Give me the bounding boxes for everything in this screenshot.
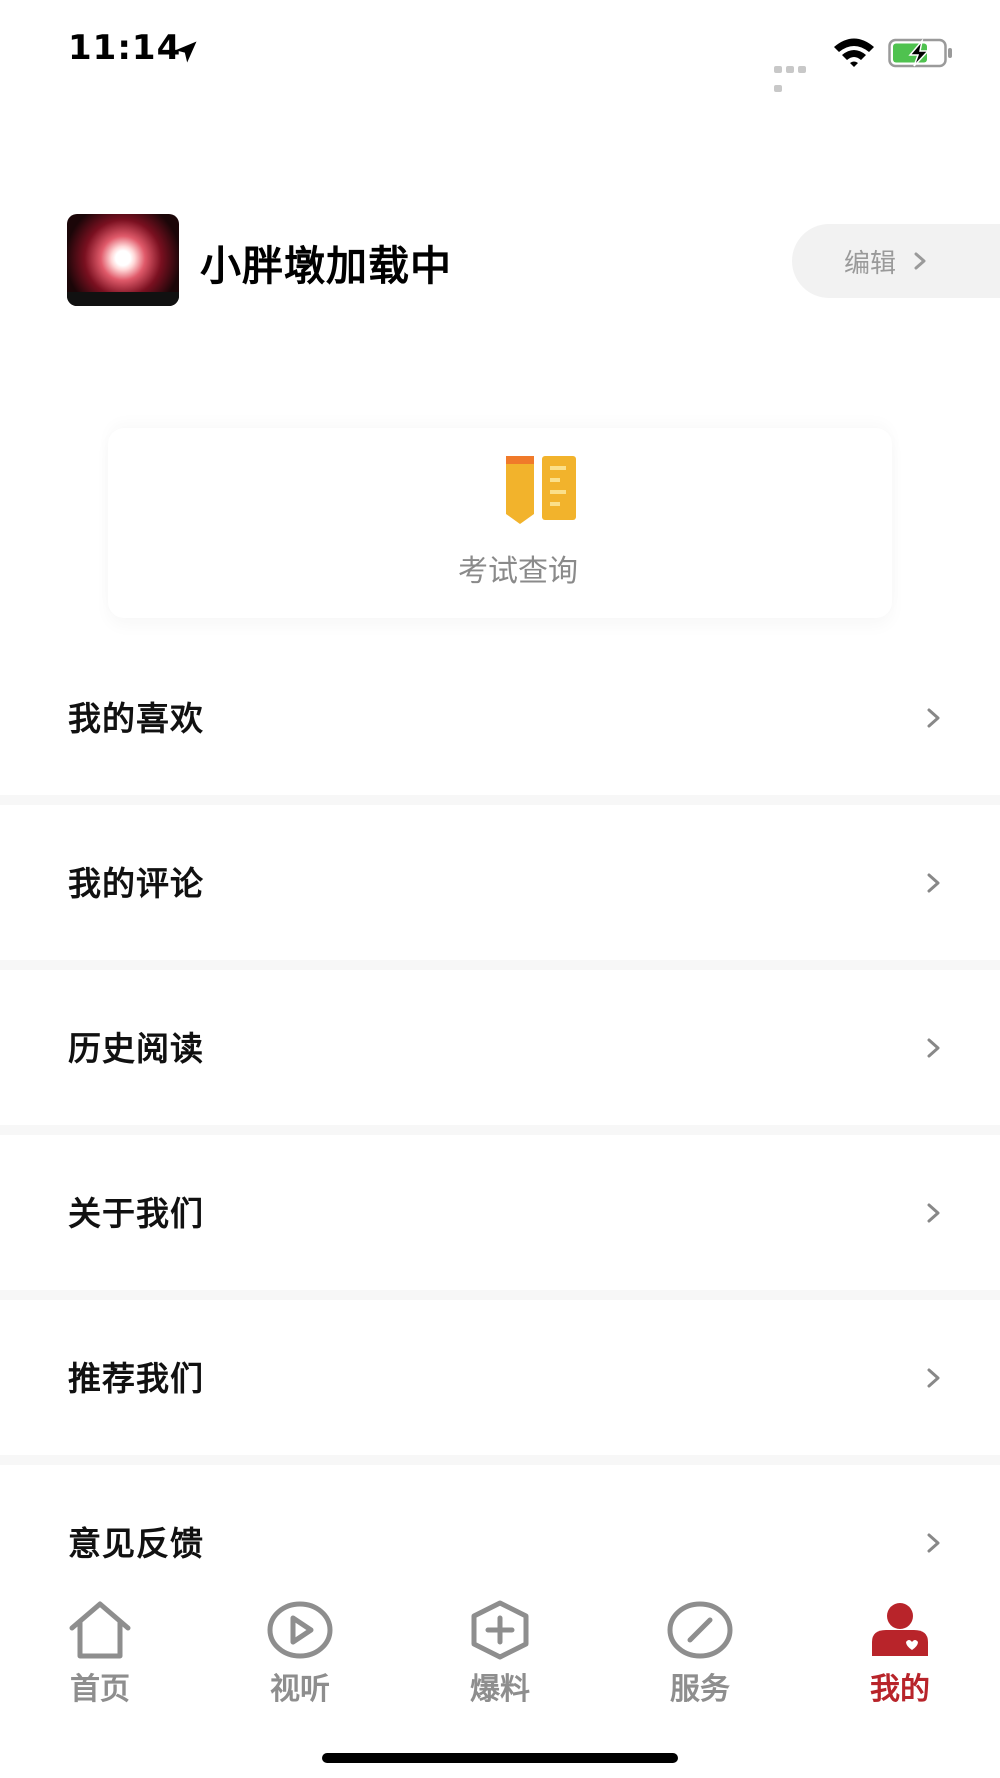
menu-item-label: 我的喜欢 bbox=[68, 699, 204, 738]
menu-item-label: 我的评论 bbox=[68, 864, 204, 903]
tab-label: 服务 bbox=[670, 1672, 730, 1707]
tab-services[interactable]: 服务 bbox=[630, 1600, 770, 1720]
compass-icon bbox=[667, 1601, 733, 1659]
tab-submit-tip[interactable]: 爆料 bbox=[430, 1600, 570, 1720]
username: 小胖墩加载中 bbox=[200, 242, 452, 290]
home-indicator bbox=[322, 1753, 678, 1763]
exam-query-label: 考试查询 bbox=[458, 554, 578, 589]
tab-label: 爆料 bbox=[470, 1672, 530, 1707]
battery-charging-icon bbox=[888, 38, 952, 68]
tab-mine[interactable]: 我的 bbox=[830, 1600, 970, 1720]
user-icon bbox=[872, 1603, 928, 1656]
exam-query-card[interactable]: 考试查询 bbox=[108, 428, 892, 618]
tab-bar: 首页 视听 爆料 服务 我的 bbox=[0, 1582, 1000, 1778]
chevron-right-icon bbox=[927, 1533, 940, 1553]
menu-item-my-likes[interactable]: 我的喜欢 bbox=[0, 640, 1000, 795]
edit-profile-button[interactable]: 编辑 bbox=[792, 224, 1000, 298]
tab-label: 视听 bbox=[270, 1672, 330, 1707]
tab-home[interactable]: 首页 bbox=[30, 1600, 170, 1720]
chevron-right-icon bbox=[927, 1203, 940, 1223]
play-icon bbox=[267, 1601, 333, 1659]
menu-item-about-us[interactable]: 关于我们 bbox=[0, 1125, 1000, 1290]
status-bar: 11:14 bbox=[0, 0, 1000, 100]
wifi-icon bbox=[834, 38, 874, 67]
menu-item-recommend-us[interactable]: 推荐我们 bbox=[0, 1290, 1000, 1455]
location-arrow-icon bbox=[175, 41, 197, 63]
edit-profile-label: 编辑 bbox=[844, 248, 897, 279]
exam-ruler-icon bbox=[506, 456, 576, 524]
cellular-signal-icon bbox=[774, 58, 820, 92]
home-icon bbox=[69, 1601, 131, 1659]
menu-item-label: 推荐我们 bbox=[68, 1359, 204, 1398]
avatar[interactable] bbox=[67, 214, 179, 306]
menu-item-reading-history[interactable]: 历史阅读 bbox=[0, 960, 1000, 1125]
menu-item-label: 历史阅读 bbox=[68, 1029, 204, 1068]
tab-label: 我的 bbox=[870, 1672, 930, 1707]
chevron-right-icon bbox=[914, 252, 926, 270]
menu-item-label: 关于我们 bbox=[68, 1194, 204, 1233]
status-time: 11:14 bbox=[68, 28, 182, 68]
tab-audio-video[interactable]: 视听 bbox=[230, 1600, 370, 1720]
chevron-right-icon bbox=[927, 1038, 940, 1058]
add-hexagon-icon bbox=[471, 1600, 529, 1660]
tab-label: 首页 bbox=[70, 1672, 130, 1707]
menu-item-label: 意见反馈 bbox=[68, 1524, 204, 1563]
chevron-right-icon bbox=[927, 1368, 940, 1388]
menu-list: 我的喜欢 我的评论 历史阅读 关于我们 推荐我们 意见反馈 bbox=[0, 640, 1000, 1620]
chevron-right-icon bbox=[927, 873, 940, 893]
chevron-right-icon bbox=[927, 708, 940, 728]
menu-item-my-comments[interactable]: 我的评论 bbox=[0, 795, 1000, 960]
